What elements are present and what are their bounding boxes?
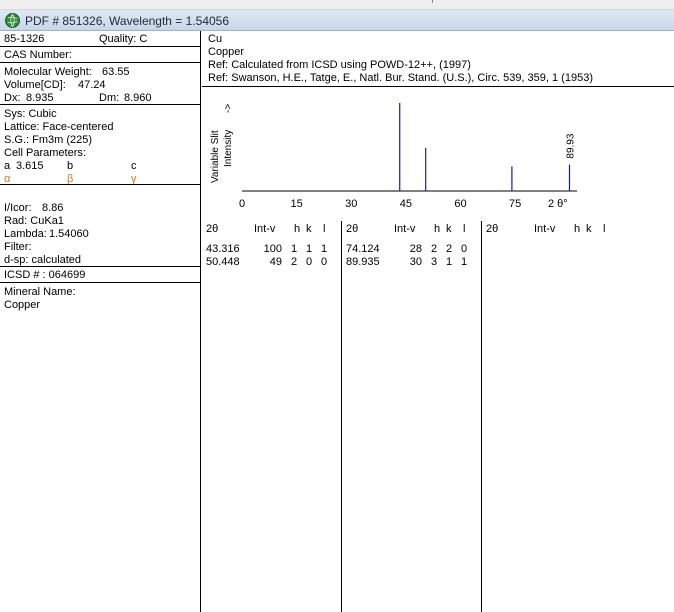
table-header: k [446,223,452,235]
table-header: 2θ [346,223,359,235]
cas-number: CAS Number: [4,49,72,61]
formula: Cu [208,33,223,45]
table-header: h [294,223,301,235]
mineral-name-label: Mineral Name: [4,286,76,298]
table-cell-l: 1 [461,256,468,268]
x-tick-label: 60 [454,198,466,210]
pdf-number: 85-1326 [4,33,45,45]
table-header: l [323,223,326,235]
table-cell-h: 2 [291,256,298,268]
divider [0,282,200,283]
lambda-label: Lambda: [4,228,47,240]
reference-1: Ref: Calculated from ICSD using POWD-12+… [208,59,471,71]
divider [0,46,200,47]
table-cell-h: 1 [291,243,298,255]
y-axis-arrow: -> [223,104,234,113]
table-header: l [603,223,606,235]
d-spacing: d-sp: calculated [4,254,82,266]
radiation: Rad: CuKa1 [4,215,64,227]
lambda-value: 1.54060 [49,228,89,240]
table-header: 2θ [206,223,219,235]
top-strip-tick [432,0,433,3]
cell-a-value: 3.615 [16,160,44,172]
y-axis-label-line1: Variable Slit [210,130,221,183]
table-cell-two-theta: 43.316 [206,243,240,255]
divider [0,266,200,267]
cell-b-label: b [67,160,74,172]
window-title: PDF # 851326, Wavelength = 1.54056 [25,14,230,28]
volume-label: Volume[CD]: [4,79,66,91]
cell-c-label: c [131,160,137,172]
crystal-system: Sys: Cubic [4,108,57,120]
compound-name: Copper [208,46,245,58]
filter: Filter: [4,241,32,253]
table-header: h [574,223,581,235]
i-icor-value: 8.86 [42,202,64,214]
volume-value: 47.24 [78,79,106,91]
diffraction-pattern-chart: 0 15 30 45 60 75 2 θ° Variable Slit Intensity -> 8… [202,87,674,211]
title-bar[interactable]: PDF # 851326, Wavelength = 1.54056 [0,10,674,31]
x-tick-label: 0 [239,198,245,210]
table-cell-l: 1 [321,243,328,255]
table-cell-k: 0 [306,256,313,268]
table-header: Int-v [394,223,416,235]
quality: Quality: C [99,33,148,45]
table-header: 2θ [486,223,499,235]
table-cell-l: 0 [321,256,328,268]
table-cell-int: 28 [409,243,422,255]
mineral-name: Copper [4,299,41,311]
cell-a-label: a [4,160,11,172]
cell-parameters-label: Cell Parameters: [4,147,86,159]
molecular-weight-value: 63.55 [102,66,130,78]
table-cell-k: 1 [306,243,313,255]
dm-value: 8.960 [124,92,152,104]
molecular-weight-label: Molecular Weight: [4,66,92,78]
reference-2: Ref: Swanson, H.E., Tatge, E., Natl. Bur… [208,72,593,84]
table-header: k [586,223,592,235]
right-panel: Cu Copper Ref: Calculated from ICSD usin… [202,31,674,612]
table-column-divider [481,221,482,612]
globe-icon [5,13,20,28]
lattice: Lattice: Face-centered [4,121,114,133]
table-header: Int-v [254,223,276,235]
dm-label: Dm: [99,92,120,104]
y-axis-label-line2: Intensity [223,130,234,167]
table-header: Int-v [534,223,556,235]
table-cell-k: 1 [446,256,453,268]
dx-label: Dx: [4,92,21,104]
table-header: h [434,223,441,235]
x-tick-label: 15 [290,198,302,210]
table-cell-h: 2 [431,243,438,255]
divider [0,62,200,63]
table-cell-int: 100 [263,243,282,255]
table-cell-h: 3 [431,256,438,268]
chart-svg: 0 15 30 45 60 75 2 θ° Variable Slit Intensity -> 8… [210,103,577,210]
table-cell-l: 0 [461,243,468,255]
x-tick-label: 30 [345,198,357,210]
table-header: k [306,223,312,235]
table-cell-k: 2 [446,243,453,255]
table-column-divider [341,221,342,612]
i-icor-label: I/Icor: [4,202,32,214]
table-cell-int: 30 [409,256,422,268]
dx-value: 8.935 [26,92,54,104]
space-group: S.G.: Fm3m (225) [4,134,93,146]
table-cell-two-theta: 89.935 [346,256,380,268]
divider [0,104,200,105]
x-tick-label: 45 [400,198,412,210]
table-cell-two-theta: 74.124 [346,243,380,255]
left-panel: 85-1326 Quality: C CAS Number: Molecular… [0,31,201,612]
top-strip [0,0,674,10]
table-header: l [463,223,466,235]
x-tick-label: 75 [509,198,521,210]
icsd-number: ICSD # : 064699 [4,269,86,281]
table-cell-int: 49 [269,256,282,268]
divider [0,184,200,185]
x-axis-label: 2 θ° [548,198,568,210]
peak-annotation: 89.93 [565,133,576,158]
table-cell-two-theta: 50.448 [206,256,240,268]
